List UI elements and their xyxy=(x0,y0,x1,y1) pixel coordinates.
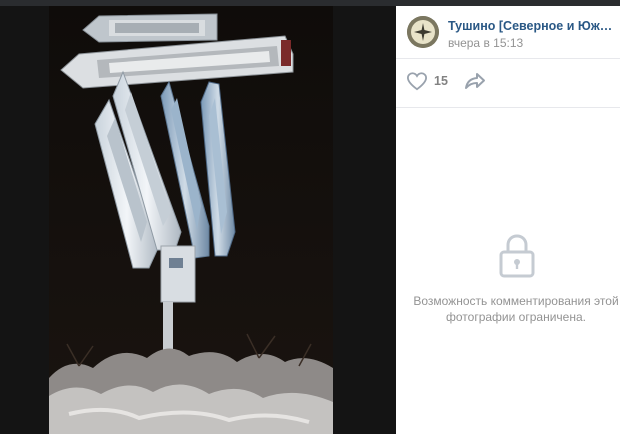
like-button[interactable]: 15 xyxy=(406,69,452,93)
aerial-photo-moored-ships[interactable] xyxy=(49,6,333,434)
photo-viewer[interactable] xyxy=(0,6,396,434)
comments-area: Возможность комментирования этой фотогра… xyxy=(396,108,620,434)
group-name-link[interactable]: Тушино [Северное и Южное], наде... xyxy=(448,19,618,33)
like-count: 15 xyxy=(434,74,448,88)
share-arrow-icon xyxy=(465,73,485,89)
airplane-emblem-icon xyxy=(407,16,439,48)
heart-icon xyxy=(406,72,428,91)
post-sidebar: Тушино [Северное и Южное], наде... вчера… xyxy=(396,6,620,434)
post-timestamp[interactable]: вчера в 15:13 xyxy=(448,36,523,50)
comments-restricted-message: Возможность комментирования этой фотогра… xyxy=(413,294,619,324)
share-button[interactable] xyxy=(464,71,486,91)
photo-image xyxy=(49,6,333,434)
group-avatar[interactable] xyxy=(407,16,439,48)
post-header: Тушино [Северное и Южное], наде... вчера… xyxy=(396,6,620,59)
lock-icon xyxy=(499,234,535,278)
post-actions: 15 xyxy=(396,59,620,108)
